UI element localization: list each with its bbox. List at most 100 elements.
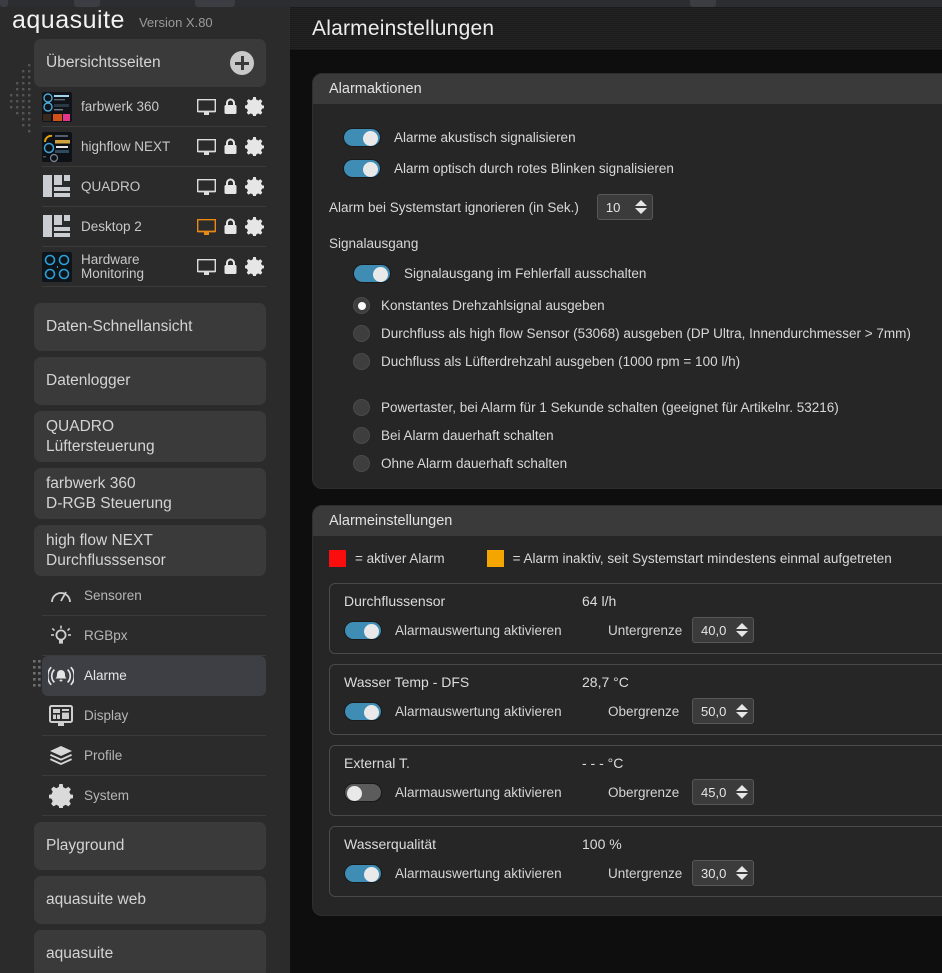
overview-page-row[interactable]: farbwerk 360 <box>42 87 266 127</box>
limit-spinner-wasser-temp-dfs[interactable]: 50,0 <box>692 698 755 724</box>
radio-row-konstantes-drehzahlsignal[interactable]: Konstantes Drehzahlsignal ausgeben <box>329 297 942 314</box>
sidebar-scroll-area[interactable]: Übersichtsseiten farbwerk 360 highflow N… <box>0 33 290 973</box>
sidebar: aquasuite Version X.80 Übersichtsseiten … <box>0 7 290 973</box>
sidebar-item-label: RGBpx <box>84 628 128 643</box>
sidebar-section-aquasuite[interactable]: aquasuite <box>34 930 266 973</box>
radio-row-bei-alarm-dauerhaft[interactable]: Bei Alarm dauerhaft schalten <box>329 427 942 444</box>
sidebar-section-playground[interactable]: Playground <box>34 822 266 870</box>
toggle-row-akustisch[interactable]: Alarme akustisch signalisieren <box>343 128 942 147</box>
limit-spinner-durchflussensor[interactable]: 40,0 <box>692 617 755 643</box>
sidebar-section-quadro[interactable]: QUADRO Lüftersteuerung <box>34 411 266 462</box>
limit-label: Obergrenze <box>608 784 680 800</box>
page-title: Alarmeinstellungen <box>312 16 495 40</box>
legend-swatch-active-alarm <box>329 550 346 567</box>
brand-header: aquasuite Version X.80 <box>0 7 290 33</box>
sidebar-section-daten-schnellansicht[interactable]: Daten-Schnellansicht <box>34 303 266 351</box>
sidebar-item-profile[interactable]: Profile <box>42 736 266 776</box>
sidebar-item-system[interactable]: System <box>42 776 266 816</box>
sidebar-section-aquasuite-web[interactable]: aquasuite web <box>34 876 266 924</box>
radio-label: Bei Alarm dauerhaft schalten <box>381 428 554 443</box>
gear-icon[interactable] <box>245 137 264 156</box>
toggle-alarmauswertung-wasserqualitaet[interactable] <box>344 863 382 883</box>
gear-icon[interactable] <box>245 97 264 116</box>
sidebar-item-display[interactable]: Display <box>42 696 266 736</box>
radio-konstantes-drehzahlsignal[interactable] <box>353 297 370 314</box>
window-chrome-strip <box>0 0 942 7</box>
sensor-card-controls: Alarmauswertung aktivieren Untergrenze 4… <box>344 617 942 643</box>
spinner-arrows[interactable] <box>736 785 749 799</box>
page-thumbnail-tiles <box>42 172 72 202</box>
radio-row-powertaster[interactable]: Powertaster, bei Alarm für 1 Sekunde sch… <box>329 399 942 416</box>
page-row-icons <box>197 257 266 276</box>
monitor-icon-active[interactable] <box>197 218 216 235</box>
sidebar-overview-header[interactable]: Übersichtsseiten <box>34 39 266 87</box>
overview-page-row[interactable]: Desktop 2 <box>42 207 266 247</box>
sensor-name: Wasser Temp - DFS <box>344 674 470 690</box>
toggle-row-optisch[interactable]: Alarm optisch durch rotes Blinken signal… <box>343 159 942 178</box>
sensor-value: - - - °C <box>582 755 624 771</box>
sidebar-item-label: Alarme <box>84 668 127 683</box>
toggle-alarmauswertung-external-t[interactable] <box>344 782 382 802</box>
overview-page-row[interactable]: Hardware Monitoring <box>42 247 266 287</box>
gear-icon[interactable] <box>245 177 264 196</box>
spinner-arrows[interactable] <box>736 623 749 637</box>
alarm-legend: = aktiver Alarm = Alarm inaktiv, seit Sy… <box>329 550 942 567</box>
lock-icon[interactable] <box>223 138 238 155</box>
radio-powertaster[interactable] <box>353 399 370 416</box>
toggle-row-signalausgang[interactable]: Signalausgang im Fehlerfall ausschalten <box>329 264 942 283</box>
lock-icon[interactable] <box>223 258 238 275</box>
limit-spinner-wasserqualitaet[interactable]: 30,0 <box>692 860 755 886</box>
ignore-startup-spinner[interactable]: 10 <box>596 194 653 220</box>
page-thumbnail-tiles <box>42 212 72 242</box>
gear-icon[interactable] <box>245 217 264 236</box>
spinner-arrows[interactable] <box>736 704 749 718</box>
overview-page-row[interactable]: QUADRO <box>42 167 266 207</box>
spinner-arrows[interactable] <box>736 866 749 880</box>
toggle-label: Signalausgang im Fehlerfall ausschalten <box>404 266 647 281</box>
lock-icon[interactable] <box>223 98 238 115</box>
sidebar-section-datenlogger[interactable]: Datenlogger <box>34 357 266 405</box>
radio-durchfluss-luefterdrehzahl[interactable] <box>353 353 370 370</box>
lock-icon[interactable] <box>223 218 238 235</box>
spinner-value: 10 <box>605 199 621 215</box>
monitor-icon[interactable] <box>197 258 216 275</box>
enable-label: Alarmauswertung aktivieren <box>395 622 562 638</box>
page-row-icons <box>197 177 266 196</box>
monitor-icon[interactable] <box>197 178 216 195</box>
sidebar-section-farbwerk[interactable]: farbwerk 360 D-RGB Steuerung <box>34 468 266 519</box>
radio-durchfluss-high-flow-sensor[interactable] <box>353 325 370 342</box>
radio-row-ohne-alarm-dauerhaft[interactable]: Ohne Alarm dauerhaft schalten <box>329 455 942 472</box>
radio-ohne-alarm-dauerhaft-schalten[interactable] <box>353 455 370 472</box>
toggle-alarm-optisch-blinken[interactable] <box>343 159 381 178</box>
lock-icon[interactable] <box>223 178 238 195</box>
add-overview-page-button[interactable] <box>230 51 254 75</box>
gear-icon <box>48 783 74 809</box>
limit-spinner-external-t[interactable]: 45,0 <box>692 779 755 805</box>
overview-page-row[interactable]: highflow NEXT <box>42 127 266 167</box>
radio-label: Duchfluss als Lüfterdrehzahl ausgeben (1… <box>381 354 741 369</box>
page-thumbnail-hwmon <box>42 251 72 282</box>
sidebar-item-sensoren[interactable]: Sensoren <box>42 576 266 616</box>
sidebar-item-rgbpx[interactable]: RGBpx <box>42 616 266 656</box>
sidebar-item-label: Display <box>84 708 129 723</box>
app-version-label: Version X.80 <box>138 15 213 30</box>
monitor-icon[interactable] <box>197 138 216 155</box>
sensor-card-external-t: External T. - - - °C Alarmauswertung akt… <box>329 745 942 816</box>
sidebar-item-alarme[interactable]: Alarme <box>33 656 266 696</box>
sidebar-section-highflow[interactable]: high flow NEXT Durchflusssensor <box>34 525 266 576</box>
radio-bei-alarm-dauerhaft-schalten[interactable] <box>353 427 370 444</box>
monitor-icon[interactable] <box>197 98 216 115</box>
section-label: Playground <box>46 837 125 854</box>
drag-handle-icon[interactable] <box>33 660 41 692</box>
sensor-card-header: Durchflussensor 64 l/h <box>344 593 942 609</box>
radio-row-high-flow-sensor[interactable]: Durchfluss als high flow Sensor (53068) … <box>329 325 942 342</box>
legend-text: = Alarm inaktiv, seit Systemstart mindes… <box>512 551 892 566</box>
display-icon <box>48 703 74 729</box>
toggle-signalausgang-fehlerfall[interactable] <box>353 264 391 283</box>
radio-row-luefterdrehzahl[interactable]: Duchfluss als Lüfterdrehzahl ausgeben (1… <box>329 353 942 370</box>
toggle-alarme-akustisch[interactable] <box>343 128 381 147</box>
spinner-arrows[interactable] <box>634 200 647 214</box>
toggle-alarmauswertung-durchflussensor[interactable] <box>344 620 382 640</box>
gear-icon[interactable] <box>245 257 264 276</box>
toggle-alarmauswertung-wasser-temp-dfs[interactable] <box>344 701 382 721</box>
